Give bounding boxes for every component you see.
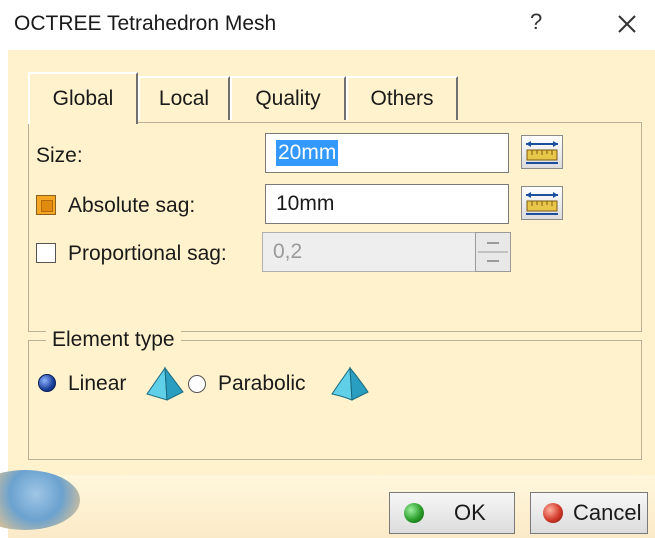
title-bar: OCTREE Tetrahedron Mesh ? [0, 0, 655, 50]
tab-quality[interactable]: Quality [230, 76, 346, 120]
ruler-icon [526, 192, 558, 215]
ok-button[interactable]: OK [389, 492, 515, 534]
proportional-sag-input[interactable]: 0,2 [262, 232, 476, 272]
close-icon[interactable] [612, 9, 642, 39]
linear-label: Linear [68, 372, 127, 395]
absolute-sag-measure-button[interactable] [521, 186, 563, 220]
size-measure-button[interactable] [521, 135, 563, 169]
element-type-title: Element type [46, 328, 181, 352]
proportional-sag-checkbox[interactable] [36, 243, 56, 263]
proportional-sag-spinner[interactable] [475, 232, 511, 272]
size-value: 20mm [276, 140, 339, 166]
absolute-sag-input[interactable]: 10mm [265, 184, 509, 224]
tab-others[interactable]: Others [346, 76, 458, 120]
parabolic-label: Parabolic [218, 372, 306, 395]
tab-global[interactable]: Global [28, 72, 138, 124]
tab-label: Quality [255, 87, 321, 110]
cancel-button[interactable]: Cancel [530, 492, 648, 534]
proportional-sag-value: 0,2 [273, 240, 303, 263]
absolute-sag-checkbox[interactable] [36, 195, 56, 215]
window-title: OCTREE Tetrahedron Mesh [14, 12, 277, 35]
size-input[interactable]: 20mm [265, 133, 509, 173]
linear-tetrahedron-icon [146, 366, 184, 401]
ok-label: OK [454, 500, 486, 525]
ok-green-icon [404, 503, 424, 523]
parabolic-tetrahedron-icon [331, 366, 369, 401]
ruler-icon [526, 141, 558, 164]
check-mark [41, 200, 53, 212]
help-button[interactable]: ? [530, 9, 542, 35]
absolute-sag-value: 10mm [276, 192, 335, 215]
proportional-sag-label: Proportional sag: [68, 242, 227, 265]
size-label: Size: [36, 144, 83, 167]
tab-label: Local [158, 87, 210, 110]
spinner-arrows-icon [478, 242, 508, 262]
tab-local[interactable]: Local [138, 76, 230, 120]
tab-label: Others [370, 87, 434, 110]
linear-radio[interactable] [38, 374, 56, 392]
cancel-red-icon [543, 503, 563, 523]
parabolic-radio[interactable] [188, 375, 206, 393]
cancel-label: Cancel [573, 500, 642, 525]
absolute-sag-label: Absolute sag: [68, 194, 196, 217]
tab-label: Global [52, 87, 114, 110]
